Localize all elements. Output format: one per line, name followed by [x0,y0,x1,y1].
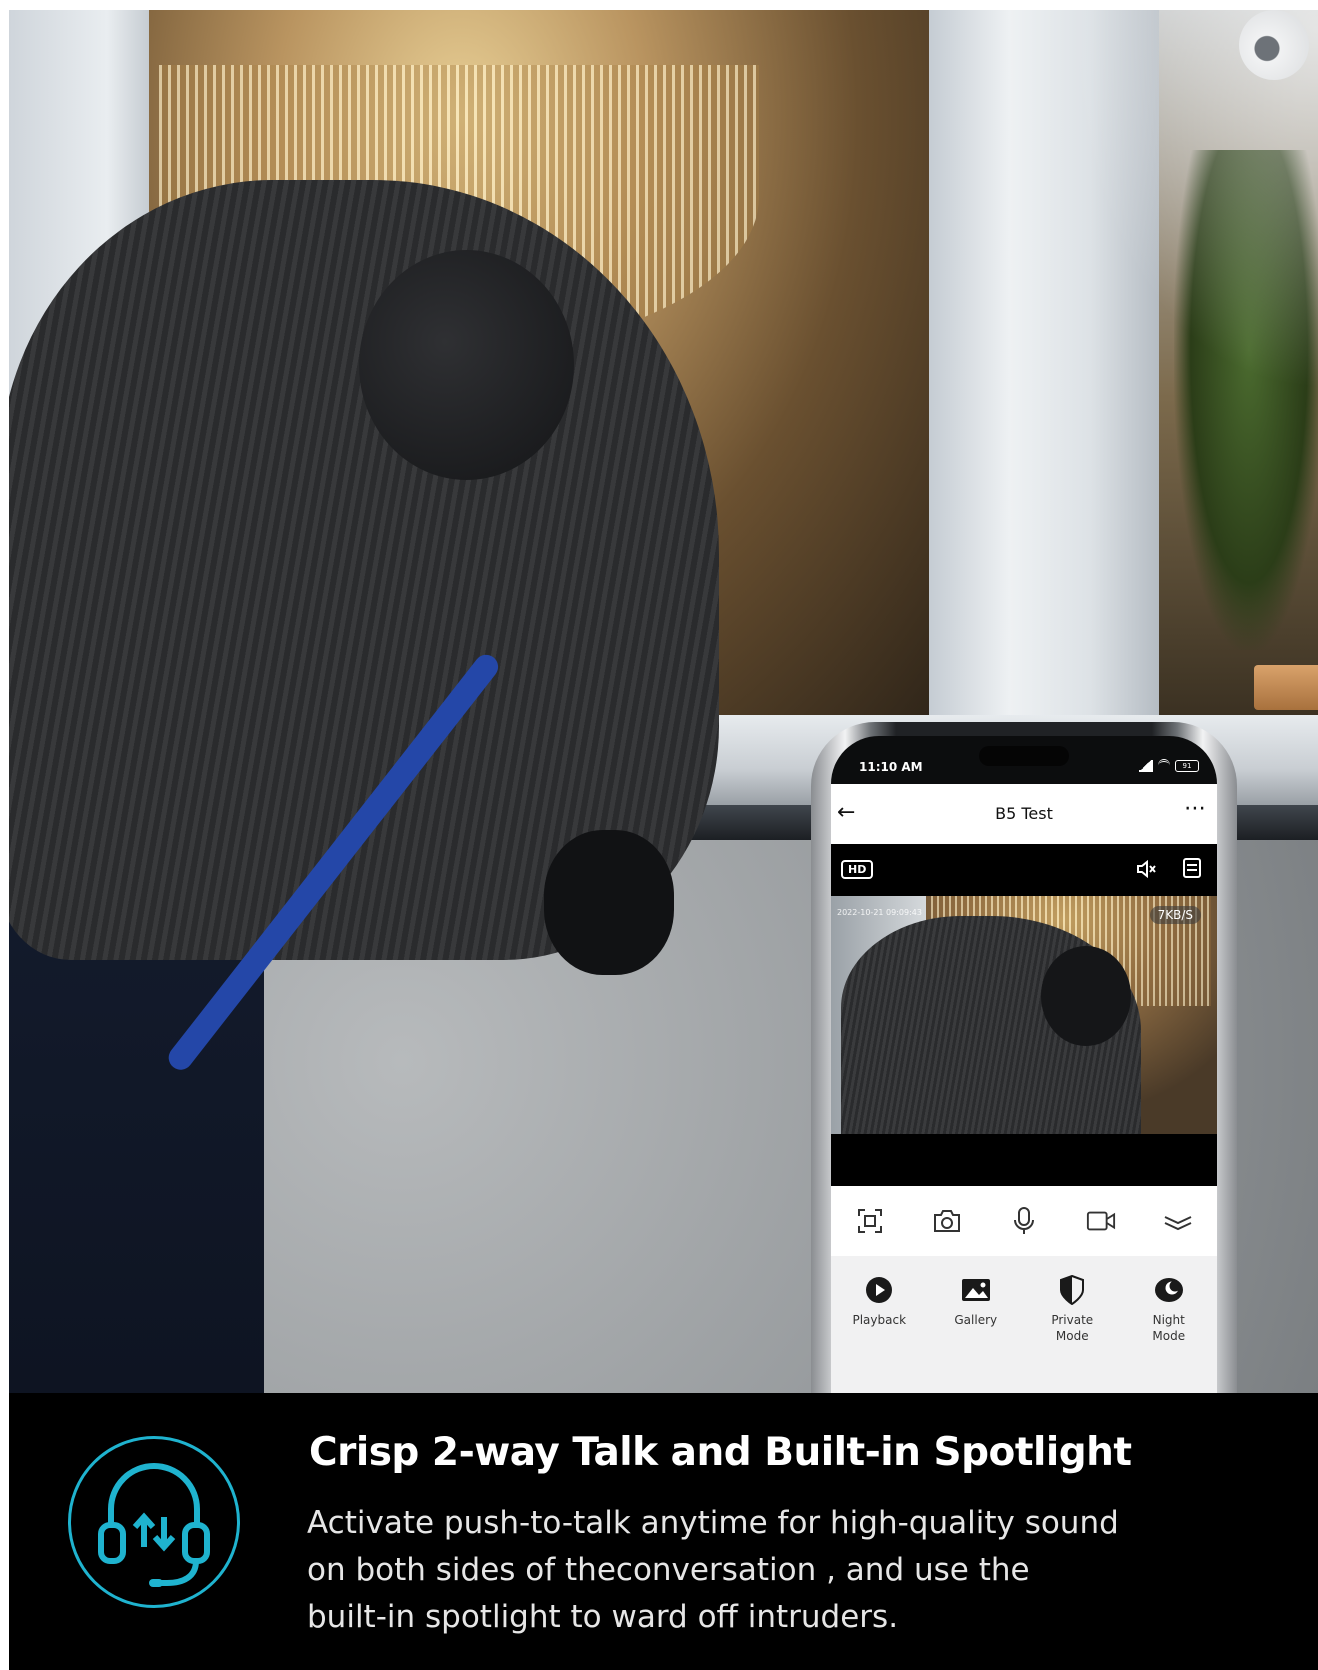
playback-button[interactable]: Playback [839,1272,919,1402]
phone-screen: 11:10 AM 91 ← B5 Test ⋯ HD 2022-10-21 09… [831,736,1217,1402]
night-mode-label-line2: Mode [1152,1329,1186,1343]
caption-body-line2: on both sides of theconversation , and u… [307,1552,1030,1588]
video-record-icon[interactable] [1086,1206,1116,1236]
night-mode-label-line1: Night [1152,1313,1185,1327]
smartphone: 11:10 AM 91 ← B5 Test ⋯ HD 2022-10-21 09… [811,722,1237,1402]
layout-toggle-icon[interactable] [1183,858,1201,878]
status-time: 11:10 AM [859,760,923,774]
headset-icon [68,1436,240,1608]
video-toolbar: HD [831,844,1217,896]
caption-body-line3: built-in spotlight to ward off intruders… [307,1599,899,1635]
video-timestamp: 2022-10-21 09:09:43 [837,908,922,917]
speaker-muted-icon[interactable] [1135,858,1157,880]
caption-title: Crisp 2-way Talk and Built-in Spotlight [309,1430,1132,1475]
status-icons: 91 [1139,759,1199,772]
live-burglar-head [1041,946,1131,1046]
security-camera [1239,10,1309,80]
private-mode-button[interactable]: Private Mode [1032,1272,1112,1402]
screenshot-frame-icon[interactable] [855,1206,885,1236]
feature-panel: Playback Gallery Private Mode Night Mode [831,1256,1217,1402]
wifi-icon [1158,759,1170,772]
caption-body-line1: Activate push-to-talk anytime for high-q… [307,1505,1119,1541]
shield-icon [1060,1275,1085,1305]
hd-quality-button[interactable]: HD [841,860,874,879]
live-controls [831,1186,1217,1256]
device-title: B5 Test [995,804,1053,823]
app-header: ← B5 Test ⋯ [831,784,1217,844]
playback-icon [866,1277,893,1303]
caption-band: Crisp 2-way Talk and Built-in Spotlight … [9,1393,1318,1670]
private-mode-label-line1: Private [1051,1313,1094,1327]
gallery-label: Gallery [954,1313,998,1327]
status-bar: 11:10 AM 91 [831,736,1217,784]
collapse-chevron-icon[interactable] [1163,1206,1193,1236]
private-mode-label-line2: Mode [1055,1329,1089,1343]
bitrate-badge: 7KB/S [1149,906,1201,924]
microphone-icon[interactable] [1009,1206,1039,1236]
burglar-glove [544,830,674,975]
phone-notch [979,746,1069,766]
night-mode-button[interactable]: Night Mode [1129,1272,1209,1402]
live-video-feed[interactable]: 2022-10-21 09:09:43 7KB/S [831,896,1217,1134]
signal-icon [1139,759,1153,772]
battery-icon: 91 [1175,759,1199,772]
caption-body: Activate push-to-talk anytime for high-q… [307,1500,1207,1641]
playback-label: Playback [852,1313,907,1327]
gallery-icon [961,1279,990,1301]
more-options-icon[interactable]: ⋯ [1184,796,1207,821]
plant-pot [1254,665,1318,710]
camera-icon[interactable] [932,1206,962,1236]
burglar-head [359,250,574,480]
moon-icon [1154,1278,1183,1302]
video-letterbox [831,1134,1217,1186]
gallery-button[interactable]: Gallery [936,1272,1016,1402]
